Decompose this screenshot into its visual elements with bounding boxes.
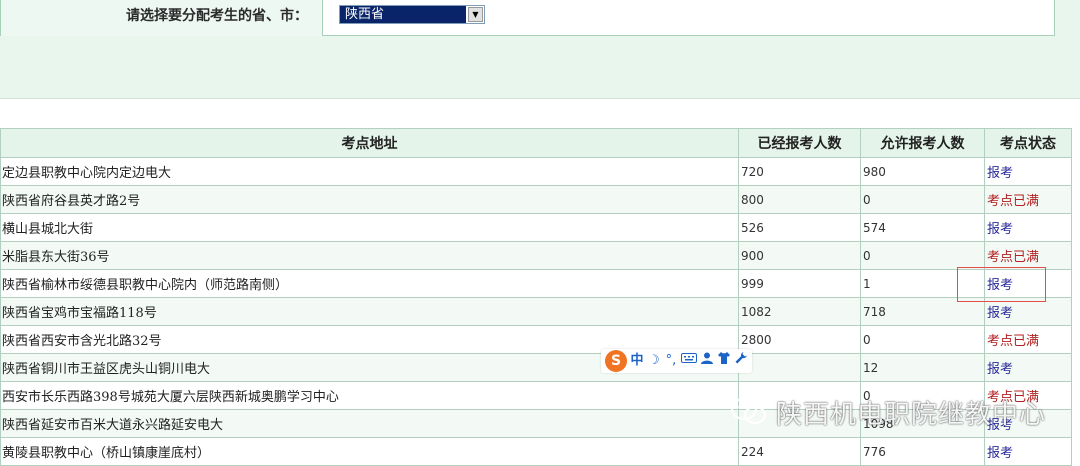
cell-address: 陕西省延安市百米大道永兴路延安电大	[0, 409, 739, 438]
cell-address: 陕西省宝鸡市宝福路118号	[0, 297, 739, 326]
ime-toolbar: S 中 ☽ °,	[601, 349, 752, 373]
header-allowed: 允许报考人数	[860, 128, 985, 158]
table-row: 陕西省铜川市王益区虎头山铜川电大 12 报考	[0, 353, 1072, 382]
user-icon[interactable]	[700, 351, 714, 371]
watermark-text: 陕西机电职院继教中心	[776, 399, 1047, 430]
register-link[interactable]: 报考	[987, 222, 1013, 237]
ime-lang-toggle[interactable]: 中	[630, 351, 644, 371]
cell-address: 米脂县东大街36号	[0, 241, 739, 270]
cell-allowed: 0	[860, 241, 985, 270]
moon-icon[interactable]: ☽	[647, 351, 661, 371]
highlight-annotation	[957, 267, 1046, 302]
cell-registered: 800	[738, 185, 861, 214]
cell-status: 报考	[984, 213, 1072, 242]
header-status: 考点状态	[984, 128, 1072, 158]
cell-address: 陕西省榆林市绥德县职教中心院内（师范路南侧）	[0, 269, 739, 298]
status-full-link[interactable]: 考点已满	[987, 334, 1039, 349]
register-link[interactable]: 报考	[987, 306, 1013, 321]
cell-registered: 720	[738, 157, 861, 186]
punctuation-icon[interactable]: °,	[664, 351, 678, 371]
register-link[interactable]: 报考	[987, 362, 1013, 377]
cell-registered: 526	[738, 213, 861, 242]
table-row: 陕西省西安市含光北路32号 2800 0 考点已满	[0, 325, 1072, 354]
register-link[interactable]: 报考	[987, 166, 1013, 181]
header-address: 考点地址	[0, 128, 739, 158]
cell-address: 西安市长乐西路398号城苑大厦六层陕西新城奥鹏学习中心	[0, 381, 739, 410]
cell-allowed: 0	[860, 325, 985, 354]
cell-allowed: 776	[860, 437, 985, 466]
chevron-down-icon[interactable]: ▼	[468, 7, 483, 22]
cell-allowed: 574	[860, 213, 985, 242]
cell-status: 考点已满	[984, 241, 1072, 270]
cell-status: 报考	[984, 157, 1072, 186]
table-row: 横山县城北大街 526 574 报考	[0, 213, 1072, 242]
wechat-watermark: 陕西机电职院继教中心	[730, 392, 1046, 432]
status-full-link[interactable]: 考点已满	[987, 194, 1039, 209]
cell-registered: 900	[738, 241, 861, 270]
cell-registered: 224	[738, 437, 861, 466]
cell-status: 报考	[984, 353, 1072, 382]
wechat-icon	[731, 398, 766, 424]
province-select-value: 陕西省	[340, 6, 466, 23]
table-row: 米脂县东大街36号 900 0 考点已满	[0, 241, 1072, 270]
cell-allowed: 12	[860, 353, 985, 382]
province-selector-row: 请选择要分配考生的省、市： 陕西省 ▼	[0, 0, 1055, 36]
table-row: 陕西省宝鸡市宝福路118号 1082 718 报考	[0, 297, 1072, 326]
province-selector-label: 请选择要分配考生的省、市：	[1, 0, 323, 36]
section-band	[0, 58, 1080, 99]
skin-icon[interactable]	[717, 351, 731, 371]
sogou-logo-icon[interactable]: S	[605, 350, 627, 372]
keyboard-icon[interactable]	[681, 351, 697, 371]
cell-address: 定边县职教中心院内定边电大	[0, 157, 739, 186]
cell-registered: 999	[738, 269, 861, 298]
table-row: 陕西省榆林市绥德县职教中心院内（师范路南侧） 999 1 报考	[0, 269, 1072, 298]
top-panel: 请选择要分配考生的省、市： 陕西省 ▼	[0, 0, 1080, 58]
header-registered: 已经报考人数	[738, 128, 861, 158]
table-row: 陕西省府谷县英才路2号 800 0 考点已满	[0, 185, 1072, 214]
cell-status: 考点已满	[984, 185, 1072, 214]
province-select[interactable]: 陕西省 ▼	[339, 5, 485, 24]
table-row: 定边县职教中心院内定边电大 720 980 报考	[0, 157, 1072, 186]
cell-address: 横山县城北大街	[0, 213, 739, 242]
register-link[interactable]: 报考	[987, 446, 1013, 461]
table-header-row: 考点地址 已经报考人数 允许报考人数 考点状态	[0, 128, 1072, 158]
cell-registered: 1082	[738, 297, 861, 326]
cell-address: 黄陵县职教中心（桥山镇康崖底村）	[0, 437, 739, 466]
cell-status: 考点已满	[984, 325, 1072, 354]
cell-allowed: 0	[860, 185, 985, 214]
status-full-link[interactable]: 考点已满	[987, 250, 1039, 265]
cell-allowed: 980	[860, 157, 985, 186]
cell-status: 报考	[984, 437, 1072, 466]
cell-address: 陕西省府谷县英才路2号	[0, 185, 739, 214]
cell-registered	[738, 353, 861, 382]
wrench-icon[interactable]	[734, 351, 748, 371]
table-row: 黄陵县职教中心（桥山镇康崖底村） 224 776 报考	[0, 437, 1072, 466]
cell-registered: 2800	[738, 325, 861, 354]
